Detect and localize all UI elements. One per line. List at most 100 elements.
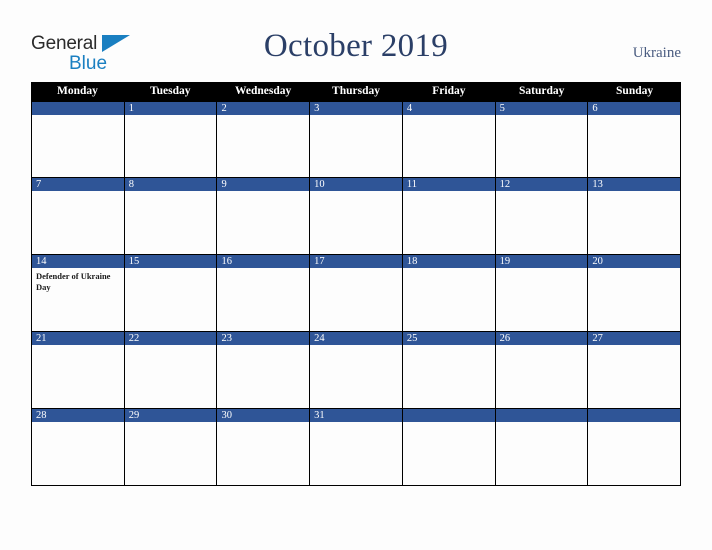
country-label: Ukraine bbox=[632, 45, 681, 61]
week-row: 7 8 9 10 11 12 13 bbox=[31, 178, 682, 255]
day-cell-2[interactable]: 2 bbox=[217, 102, 311, 177]
day-number: 12 bbox=[499, 179, 511, 190]
day-cell-19[interactable]: 19 bbox=[495, 255, 589, 331]
day-number-band: 15 bbox=[124, 255, 217, 268]
day-cell-30[interactable]: 30 bbox=[217, 409, 311, 485]
weekday-header-tuesday: Tuesday bbox=[150, 85, 191, 97]
day-number: 11 bbox=[406, 179, 417, 190]
weekday-header-row: Monday Tuesday Wednesday Thursday Friday Satu… bbox=[31, 82, 681, 101]
day-number: 2 bbox=[221, 103, 227, 114]
day-cell-22[interactable]: 22 bbox=[124, 332, 218, 408]
day-cell-20[interactable]: 20 bbox=[588, 255, 682, 331]
day-number: 19 bbox=[499, 256, 511, 267]
day-number-band: 27 bbox=[588, 332, 681, 345]
day-cell-6[interactable]: 6 bbox=[588, 102, 682, 177]
day-number: 24 bbox=[314, 333, 325, 344]
day-cell-21[interactable]: 21 bbox=[32, 332, 125, 408]
day-number: 13 bbox=[592, 179, 603, 190]
day-cell-empty[interactable] bbox=[402, 409, 496, 485]
day-cell-25[interactable]: 25 bbox=[402, 332, 496, 408]
day-cell-empty[interactable] bbox=[495, 409, 589, 485]
day-number-band: 29 bbox=[124, 409, 217, 422]
day-cell-16[interactable]: 16 bbox=[217, 255, 311, 331]
day-events: Defender of Ukraine Day bbox=[32, 268, 124, 292]
day-cell-27[interactable]: 27 bbox=[588, 332, 682, 408]
day-number-band: 24 bbox=[310, 332, 402, 345]
day-number: 6 bbox=[592, 103, 598, 114]
day-cell-4[interactable]: 4 bbox=[402, 102, 496, 177]
week-row: 28 29 30 31 bbox=[31, 409, 682, 486]
day-number: 29 bbox=[128, 410, 140, 421]
day-cell-11[interactable]: 11 bbox=[402, 178, 496, 254]
day-cell-26[interactable]: 26 bbox=[495, 332, 589, 408]
day-cell-3[interactable]: 3 bbox=[310, 102, 403, 177]
day-number: 5 bbox=[499, 103, 505, 114]
day-cell-12[interactable]: 12 bbox=[495, 178, 589, 254]
day-number-band: 31 bbox=[310, 409, 402, 422]
day-number-band: 8 bbox=[124, 178, 217, 191]
day-cell-28[interactable]: 28 bbox=[32, 409, 125, 485]
day-number: 14 bbox=[36, 256, 47, 267]
day-number: 15 bbox=[128, 256, 140, 267]
day-cell-empty[interactable] bbox=[32, 102, 125, 177]
day-number: 9 bbox=[221, 179, 227, 190]
day-number: 3 bbox=[314, 103, 320, 114]
day-cell-7[interactable]: 7 bbox=[32, 178, 125, 254]
day-number-band: 16 bbox=[217, 255, 310, 268]
day-cell-9[interactable]: 9 bbox=[217, 178, 311, 254]
page-title: October 2019 bbox=[263, 28, 449, 64]
day-cell-23[interactable]: 23 bbox=[217, 332, 311, 408]
day-number-band: 23 bbox=[217, 332, 310, 345]
day-number-band: 18 bbox=[402, 255, 495, 268]
weekday-header-sunday: Sunday bbox=[616, 85, 654, 97]
day-number-band: 26 bbox=[495, 332, 588, 345]
day-number-band bbox=[402, 409, 495, 422]
day-number-band: 28 bbox=[32, 409, 124, 422]
day-number-band bbox=[32, 102, 124, 115]
week-row: 1 2 3 4 5 6 bbox=[31, 101, 682, 178]
day-number: 23 bbox=[221, 333, 232, 344]
day-cell-14[interactable]: 14 Defender of Ukraine Day bbox=[32, 255, 125, 331]
day-number: 18 bbox=[406, 256, 418, 267]
day-number: 30 bbox=[221, 410, 232, 421]
day-number-band: 3 bbox=[310, 102, 402, 115]
day-number: 4 bbox=[406, 103, 413, 114]
day-number-band: 2 bbox=[217, 102, 310, 115]
day-cell-1[interactable]: 1 bbox=[124, 102, 218, 177]
day-number-band: 10 bbox=[310, 178, 402, 191]
day-cell-5[interactable]: 5 bbox=[495, 102, 589, 177]
day-number-band: 21 bbox=[32, 332, 124, 345]
day-number-band: 19 bbox=[495, 255, 588, 268]
day-number: 21 bbox=[36, 333, 47, 344]
calendar-grid: Monday Tuesday Wednesday Thursday Friday Satu… bbox=[31, 82, 682, 486]
page-header: General Blue October 2019 Ukraine bbox=[0, 0, 712, 82]
day-cell-17[interactable]: 17 bbox=[310, 255, 403, 331]
day-number: 31 bbox=[314, 410, 325, 421]
day-cell-empty[interactable] bbox=[588, 409, 682, 485]
week-row: 14 Defender of Ukraine Day 15 16 17 18 19 20 bbox=[31, 255, 682, 332]
day-cell-13[interactable]: 13 bbox=[588, 178, 682, 254]
day-number: 26 bbox=[499, 333, 511, 344]
day-number-band: 30 bbox=[217, 409, 310, 422]
day-number: 7 bbox=[36, 179, 42, 190]
weekday-header-saturday: Saturday bbox=[519, 85, 565, 97]
day-cell-31[interactable]: 31 bbox=[310, 409, 403, 485]
day-number-band bbox=[495, 409, 588, 422]
weekday-header-monday: Monday bbox=[56, 85, 98, 97]
day-number-band: 6 bbox=[588, 102, 681, 115]
day-number: 1 bbox=[128, 103, 134, 114]
day-number: 10 bbox=[314, 179, 325, 190]
day-number-band: 12 bbox=[495, 178, 588, 191]
day-number: 25 bbox=[406, 333, 418, 344]
day-number-band: 1 bbox=[124, 102, 217, 115]
day-number-band: 13 bbox=[588, 178, 681, 191]
day-cell-10[interactable]: 10 bbox=[310, 178, 403, 254]
day-cell-8[interactable]: 8 bbox=[124, 178, 218, 254]
day-cell-24[interactable]: 24 bbox=[310, 332, 403, 408]
day-cell-18[interactable]: 18 bbox=[402, 255, 496, 331]
day-cell-29[interactable]: 29 bbox=[124, 409, 218, 485]
day-number: 17 bbox=[314, 256, 325, 267]
day-number-band bbox=[588, 409, 681, 422]
day-cell-15[interactable]: 15 bbox=[124, 255, 218, 331]
weekday-header-friday: Friday bbox=[432, 85, 466, 97]
